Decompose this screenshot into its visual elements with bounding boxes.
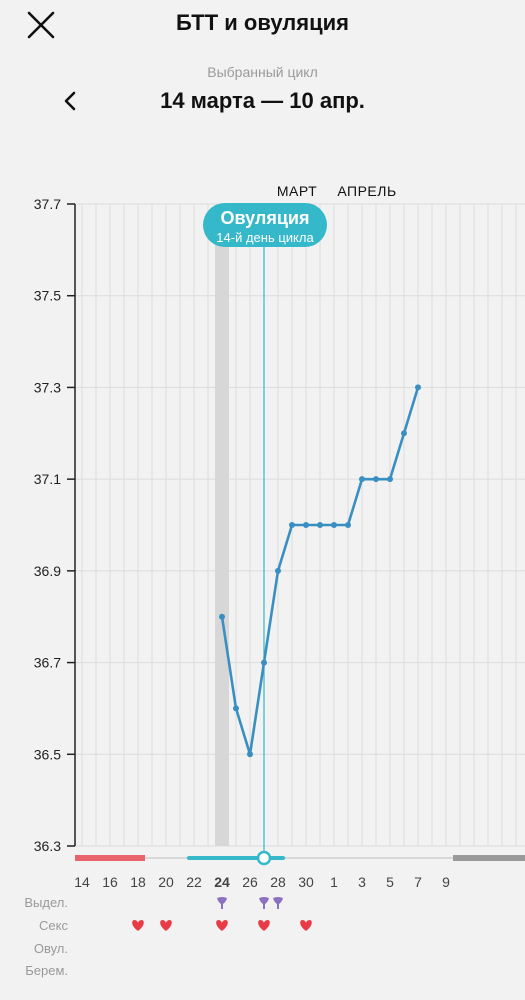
temperature-point [219,613,225,620]
x-tick-label: 20 [158,874,174,890]
temperature-point [275,567,281,574]
ovulation-badge-subtitle: 14-й день цикла [216,230,314,245]
discharge-icon [217,897,227,909]
x-tick-label: 26 [242,874,258,890]
x-tick-label: 18 [130,874,146,890]
heart-icon [132,920,144,931]
x-tick-label: 28 [270,874,286,890]
x-tick-label: 30 [298,874,314,890]
temperature-point [345,522,351,528]
temperature-point [247,751,253,758]
row-label-pregnancy: Берем. [25,963,68,978]
x-tick-label: 22 [186,874,202,890]
temperature-point [289,522,295,528]
y-tick-label: 36.7 [34,655,61,671]
row-label-discharge: Выдел. [24,895,68,910]
y-tick-label: 37.7 [34,196,61,212]
x-tick-label: 7 [414,874,422,890]
bbt-chart[interactable]: 37.7 37.5 37.3 37.1 36.9 36.7 36.5 36.3 МАРТ АПРЕ… [0,0,525,1000]
temperature-point [415,384,421,391]
temperature-point [303,522,309,528]
current-day-shade [215,244,229,846]
discharge-icon [273,897,283,909]
temperature-point [373,476,379,483]
y-tick-label: 36.9 [34,563,61,579]
x-tick-label: 24 [214,874,230,890]
discharge-icon [259,897,269,909]
row-label-sex: Секс [39,918,68,933]
x-tick-label: 16 [102,874,118,890]
x-tick-label: 1 [330,874,338,890]
y-tick-label: 37.1 [34,471,61,487]
temperature-point [387,476,393,483]
row-label-ovulation: Овул. [34,941,68,956]
temperature-point [401,430,407,437]
heart-icon [300,920,312,931]
x-tick-label: 14 [74,874,90,890]
temperature-point [261,659,267,666]
y-tick-label: 36.5 [34,746,61,762]
ovulation-badge: Овуляция 14-й день цикла [203,203,327,247]
temperature-point [317,522,323,528]
next-period-bar [453,855,525,861]
x-tick-label: 3 [358,874,366,890]
month-label-april: АПРЕЛЬ [337,183,396,199]
heart-icon [216,920,228,931]
temperature-point [233,705,239,712]
y-tick-label: 37.5 [34,288,61,304]
ovulation-marker-handle[interactable] [256,850,272,866]
x-tick-label: 5 [386,874,394,890]
heart-icon [160,920,172,931]
ovulation-badge-title: Овуляция [221,208,310,228]
y-tick-label: 36.3 [34,838,61,854]
temperature-point [331,522,337,528]
temperature-point [359,476,365,483]
y-tick-label: 37.3 [34,379,61,395]
month-label-march: МАРТ [277,183,317,199]
x-tick-label: 9 [442,874,450,890]
heart-icon [258,920,270,931]
period-bar [75,855,145,861]
